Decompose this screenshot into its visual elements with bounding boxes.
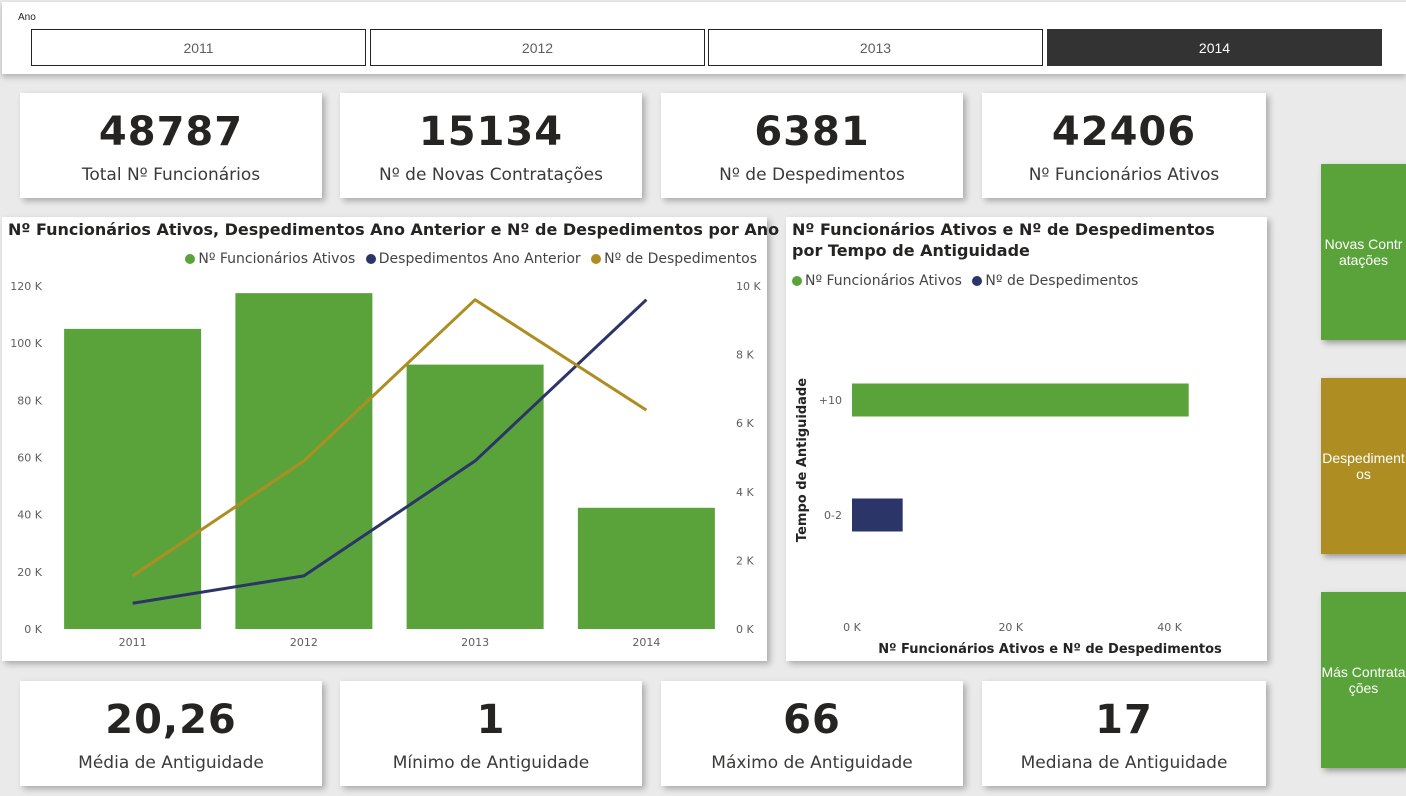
kpi-label: Nº Funcionários Ativos (1028, 165, 1220, 185)
nav-button-novas-contratacoes[interactable]: Novas Contratações (1321, 164, 1406, 340)
kpi-value: 42406 (1051, 109, 1197, 155)
kpi-card-total-funcionarios: 48787 Total Nº Funcionários (20, 93, 322, 198)
kpi-label: Mínimo de Antiguidade (392, 753, 590, 773)
kpi-card-media-antiguidade: 20,26 Média de Antiguidade (20, 681, 322, 786)
kpi-card-mediana-antiguidade: 17 Mediana de Antiguidade (982, 681, 1266, 786)
x-axis-title: Nº Funcionários Ativos e Nº de Despedime… (878, 642, 1222, 657)
kpi-label: Total Nº Funcionários (81, 165, 261, 185)
year-button-2014[interactable]: 2014 (1047, 29, 1382, 66)
y-left-tick-label: 120 K (10, 280, 42, 293)
kpi-value: 1 (476, 697, 506, 743)
nav-button-label: Más Contratações (1321, 664, 1406, 696)
bar-funcionarios-ativos (64, 328, 202, 629)
bar-funcionarios-ativos (852, 383, 1189, 417)
y-tick-label: 0-2 (824, 509, 842, 522)
kpi-card-novas-contratacoes: 15134 Nº de Novas Contratações (340, 93, 642, 198)
x-tick-label: 40 K (1157, 621, 1182, 634)
kpi-value: 15134 (418, 109, 564, 155)
kpi-card-maximo-antiguidade: 66 Máximo de Antiguidade (661, 681, 963, 786)
kpi-value: 66 (783, 697, 841, 743)
kpi-label: Mediana de Antiguidade (1020, 753, 1228, 773)
tenure-chart-plot[interactable]: +10 0-2 0 K 20 K 40 K Nº Funcionários Ativos … (786, 217, 1267, 661)
x-tick-label: 20 K (998, 621, 1023, 634)
y-left-tick-label: 100 K (10, 337, 42, 350)
y-right-tick-label: 6 K (736, 417, 754, 430)
bar-funcionarios-ativos (577, 507, 715, 629)
nav-button-despedimentos[interactable]: Despedimentos (1321, 378, 1406, 554)
tenure-chart-panel: Nº Funcionários Ativos e Nº de Despedime… (786, 217, 1267, 661)
nav-button-mas-contratacoes[interactable]: Más Contratações (1321, 592, 1406, 768)
slicer-title: Ano (18, 12, 36, 23)
kpi-label: Média de Antiguidade (78, 753, 264, 773)
y-left-tick-label: 60 K (17, 452, 42, 465)
x-tick-label: 2012 (290, 636, 318, 649)
year-button-2013[interactable]: 2013 (708, 29, 1043, 66)
y-right-tick-label: 8 K (736, 349, 754, 362)
kpi-card-despedimentos: 6381 Nº de Despedimentos (661, 93, 963, 198)
kpi-card-minimo-antiguidade: 1 Mínimo de Antiguidade (340, 681, 642, 786)
y-tick-label: +10 (819, 394, 842, 407)
y-left-tick-label: 20 K (17, 566, 42, 579)
y-left-tick-label: 0 K (24, 623, 42, 636)
bar-funcionarios-ativos (406, 364, 544, 629)
year-button-2011[interactable]: 2011 (31, 29, 366, 66)
x-tick-label: 2013 (461, 636, 489, 649)
year-button-2012[interactable]: 2012 (370, 29, 705, 66)
kpi-label: Nº de Novas Contratações (379, 165, 603, 185)
year-slicer: Ano 2011 2012 2013 2014 (2, 2, 1406, 74)
kpi-label: Nº de Despedimentos (719, 165, 905, 185)
combo-chart-panel: Nº Funcionários Ativos, Despedimentos An… (2, 217, 779, 661)
y-axis-title: Tempo de Antiguidade (795, 378, 810, 542)
combo-chart-plot[interactable]: 0 K 20 K 40 K 60 K 80 K 100 K 120 K 0 K 2 K 4 K 6 … (2, 217, 767, 661)
kpi-value: 48787 (98, 109, 244, 155)
bar-despedimentos (852, 498, 903, 532)
kpi-label: Máximo de Antiguidade (711, 753, 913, 773)
x-tick-label: 0 K (843, 621, 861, 634)
kpi-value: 17 (1095, 697, 1153, 743)
y-left-tick-label: 80 K (17, 394, 42, 407)
kpi-value: 6381 (754, 109, 870, 155)
kpi-card-funcionarios-ativos: 42406 Nº Funcionários Ativos (982, 93, 1266, 198)
line-despedimentos (131, 298, 648, 578)
y-left-tick-label: 40 K (17, 509, 42, 522)
nav-button-label: Despedimentos (1322, 450, 1405, 482)
x-tick-label: 2011 (119, 636, 147, 649)
kpi-value: 20,26 (105, 697, 237, 743)
nav-button-label: Novas Contratações (1324, 236, 1403, 268)
y-right-tick-label: 10 K (736, 280, 761, 293)
y-right-tick-label: 2 K (736, 554, 754, 567)
y-right-tick-label: 4 K (736, 486, 754, 499)
x-tick-label: 2014 (632, 636, 660, 649)
line-despedimentos-ano-anterior (132, 298, 648, 605)
y-right-tick-label: 0 K (736, 623, 754, 636)
